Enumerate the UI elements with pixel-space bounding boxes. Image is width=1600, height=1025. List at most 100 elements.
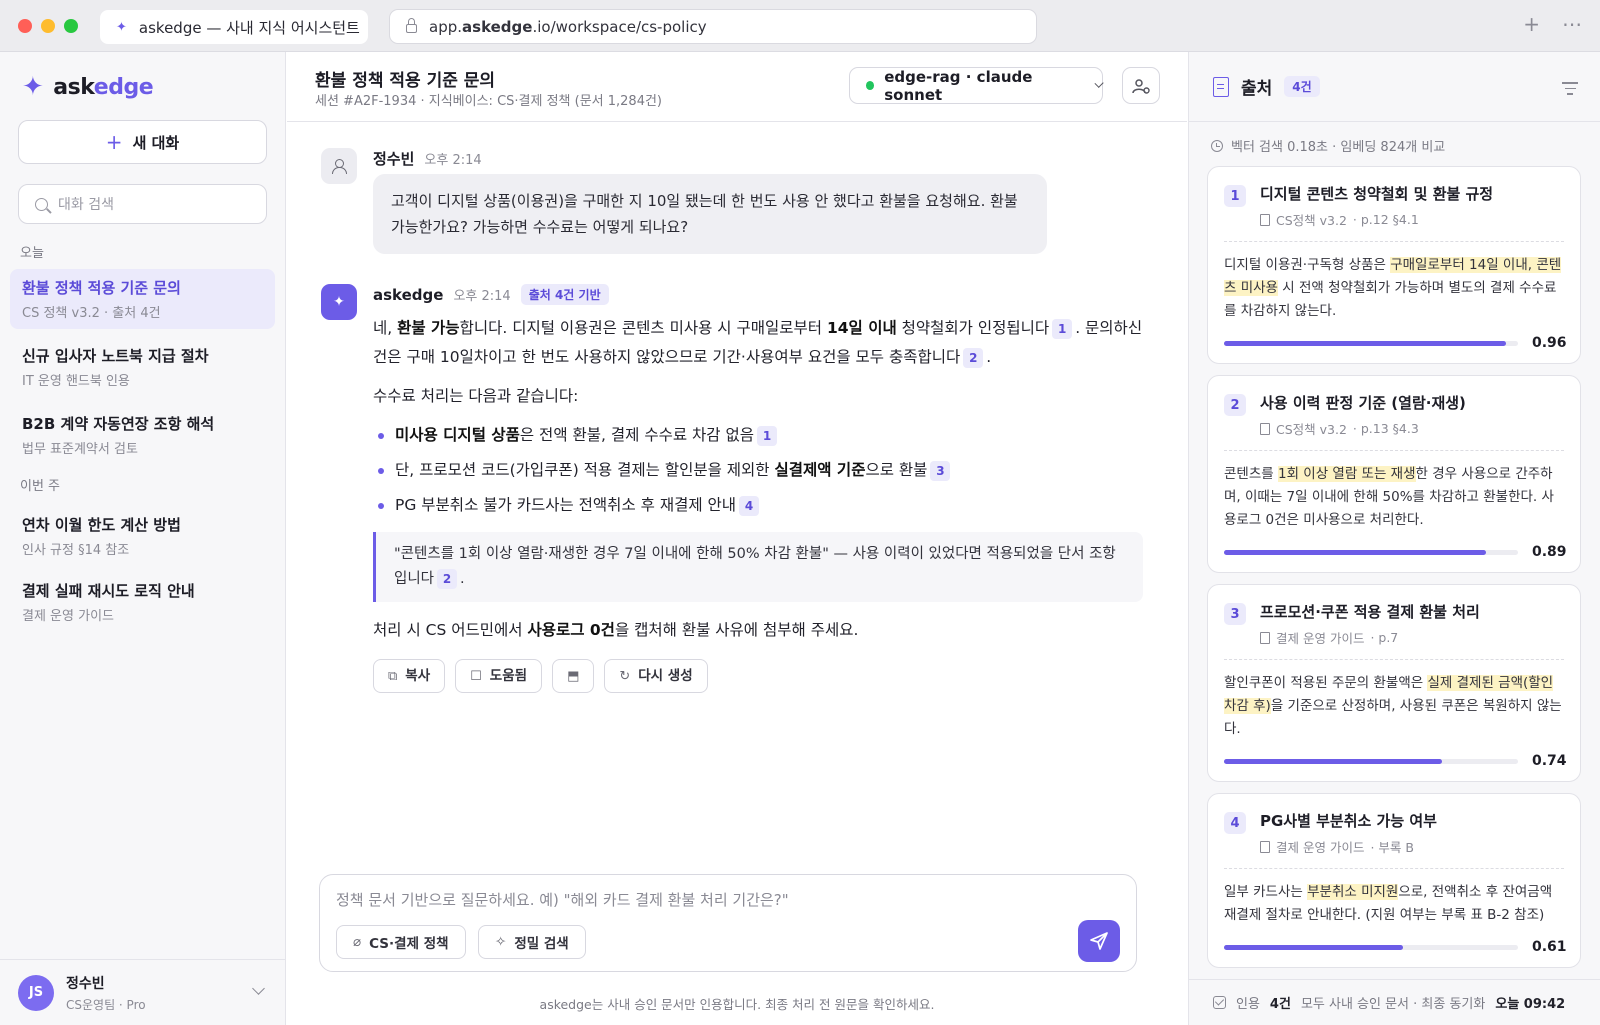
more-options-icon[interactable]: ⋯	[1562, 14, 1582, 34]
citation-marker[interactable]: 1	[757, 426, 778, 446]
user-role: CS운영팀 · Pro	[66, 997, 146, 1012]
model-label: edge-rag · claude sonnet	[884, 67, 1033, 104]
document-icon	[1260, 631, 1270, 644]
chat-main: 환불 정책 적용 기준 문의 세션 #A2F-1934 · 지식베이스: CS·…	[287, 52, 1187, 1025]
regenerate-button[interactable]: ↻ 다시 생성	[604, 659, 708, 693]
source-number: 3	[1224, 603, 1246, 625]
conversation-item[interactable]: 연차 이월 한도 계산 방법 인사 규정 §14 참조	[10, 506, 275, 566]
sparkle-icon: ✦	[116, 19, 127, 35]
knowledge-base-chip[interactable]: ⌀ CS·결제 정책	[336, 925, 466, 959]
source-excerpt: 할인쿠폰이 적용된 주문의 환불액은 실제 결제된 금액(할인 차감 후)을 기…	[1224, 675, 1562, 737]
source-card[interactable]: 3 프로모션·쿠폰 적용 결제 환불 처리 결제 운영 가이드 · p.7 할인쿠…	[1207, 584, 1581, 782]
citation-marker[interactable]: 3	[930, 461, 951, 481]
session-info: 세션 #A2F-1934 · 지식베이스: CS·결제 정책 (문서 1,284…	[315, 94, 663, 109]
user-message-bubble: 고객이 디지털 상품(이용권)을 구매한 지 10일 됐는데 한 번도 사용 안…	[373, 174, 1047, 254]
url-text: app.askedge.io/workspace/cs-policy	[429, 17, 707, 36]
citation-marker[interactable]: 1	[1052, 319, 1073, 339]
message-time: 오후 2:14	[424, 153, 482, 168]
relevance-score: 0.89	[1224, 544, 1567, 560]
sources-panel: 출처 4건 벡터 검색 0.18초 · 임베딩 824개 비교 1 디지털 콘텐…	[1188, 52, 1600, 1025]
message-time: 오후 2:14	[453, 289, 511, 304]
sparkle-icon: ✦	[333, 294, 345, 310]
source-excerpt: 콘텐츠를 1회 이상 열람 또는 재생한 경우 사용으로 간주하며, 이때는 7…	[1224, 466, 1554, 528]
list-item: 단, 프로모션 코드(가입쿠폰) 적용 결제는 할인분을 제외한 실결제액 기준…	[373, 456, 1143, 485]
copy-icon: ⧉	[388, 668, 398, 684]
brand-logo[interactable]: ✦ askedge	[22, 74, 285, 100]
composer-placeholder: 정책 문서 기반으로 질문하세요. 예) "해외 카드 결제 환불 처리 기간은…	[336, 891, 789, 909]
thumbs-down-button[interactable]: ⬒	[552, 659, 595, 693]
source-excerpt: 디지털 이용권·구독형 상품은 구매일로부터 14일 이내, 콘텐츠 미사용 시…	[1224, 257, 1562, 319]
precise-search-chip[interactable]: ✧ 정밀 검색	[478, 925, 586, 959]
model-selector[interactable]: edge-rag · claude sonnet	[849, 67, 1104, 104]
message-meta: askedge 오후 2:14 출처 4건 기반	[373, 284, 609, 305]
source-card[interactable]: 2 사용 이력 판정 기준 (열람·재생) CS정책 v3.2 · p.13 §4…	[1207, 375, 1581, 573]
relevance-score: 0.96	[1224, 335, 1567, 351]
conversation-title: 환불 정책 적용 기준 문의	[22, 279, 181, 297]
sparkle-icon: ✧	[495, 934, 507, 950]
list-item: 미사용 디지털 상품은 전액 환불, 결제 수수료 차감 없음 1	[373, 421, 1143, 450]
search-icon	[35, 197, 48, 211]
source-number: 2	[1224, 394, 1246, 416]
address-bar[interactable]: app.askedge.io/workspace/cs-policy	[389, 9, 1037, 44]
relevance-score: 0.74	[1224, 753, 1567, 769]
divider	[1224, 868, 1564, 869]
status-dot-icon	[866, 81, 875, 90]
plus-icon: +	[105, 130, 123, 154]
conversation-item-active[interactable]: 환불 정책 적용 기준 문의 CS 정책 v3.2 · 출처 4건	[10, 269, 275, 329]
conversation-title: 연차 이월 한도 계산 방법	[22, 516, 181, 534]
search-placeholder: 대화 검색	[58, 197, 114, 213]
document-icon	[1260, 213, 1270, 226]
source-location: CS정책 v3.2 · p.13 §4.3	[1260, 419, 1564, 438]
conversation-subtitle: IT 운영 핸드북 인용	[22, 374, 130, 389]
settings-button[interactable]	[1122, 67, 1160, 104]
copy-button[interactable]: ⧉ 복사	[373, 659, 446, 693]
sender-name: askedge	[373, 285, 444, 304]
chevron-down-icon	[1093, 78, 1104, 89]
chat-header: 환불 정책 적용 기준 문의 세션 #A2F-1934 · 지식베이스: CS·…	[287, 52, 1187, 122]
citation-marker[interactable]: 2	[437, 569, 458, 589]
conversation-item[interactable]: B2B 계약 자동연장 조항 해석 법무 표준계약서 검토	[10, 405, 275, 465]
citation-marker[interactable]: 4	[739, 496, 760, 516]
sources-title: 출처	[1241, 79, 1273, 99]
source-card[interactable]: 1 디지털 콘텐츠 청약철회 및 환불 규정 CS정책 v3.2 · p.12 §…	[1207, 166, 1581, 364]
document-icon	[1260, 840, 1270, 853]
conversation-subtitle: 인사 규정 §14 참조	[22, 543, 130, 558]
filter-icon[interactable]	[1562, 82, 1578, 99]
source-excerpt: 일부 카드사는 부분취소 미지원으로, 전액취소 후 잔여금액 재결제 절차로 …	[1224, 884, 1553, 923]
user-profile-menu[interactable]: JS 정수빈 CS운영팀 · Pro	[0, 959, 285, 1025]
browser-tab[interactable]: ✦ askedge — 사내 지식 어시스턴트	[100, 10, 368, 44]
conversation-item[interactable]: 결제 실패 재시도 로직 안내 결제 운영 가이드	[10, 572, 275, 632]
source-title: 디지털 콘텐츠 청약철회 및 환불 규정	[1260, 185, 1494, 203]
answer-paragraph: 수수료 처리는 다음과 같습니다:	[373, 387, 579, 405]
chevron-down-icon	[252, 982, 265, 995]
score-bar	[1224, 758, 1518, 764]
sources-count-badge: 4건	[1284, 76, 1320, 97]
source-location: CS정책 v3.2 · p.12 §4.1	[1260, 210, 1564, 229]
maximize-window-button[interactable]	[64, 18, 78, 33]
citation-marker[interactable]: 2	[963, 348, 984, 368]
divider	[1224, 450, 1564, 451]
window-controls	[18, 18, 78, 33]
assistant-avatar: ✦	[321, 284, 357, 320]
brand-name: askedge	[53, 74, 154, 100]
new-chat-label: 새 대화	[132, 133, 180, 152]
new-chat-button[interactable]: + 새 대화	[18, 120, 267, 164]
close-window-button[interactable]	[18, 18, 32, 33]
refresh-icon: ↻	[619, 668, 631, 684]
sources-footer: 인용 4건 모두 사내 승인 문서 · 최종 동기화 오늘 09:42	[1189, 979, 1600, 1025]
source-card[interactable]: 4 PG사별 부분취소 가능 여부 결제 운영 가이드 · 부록 B 일부 카드사…	[1207, 793, 1581, 968]
minimize-window-button[interactable]	[41, 18, 55, 33]
source-badge: 출처 4건 기반	[520, 284, 609, 305]
new-tab-icon[interactable]: +	[1523, 14, 1540, 34]
sender-name: 정수빈	[373, 150, 415, 168]
divider	[1224, 659, 1564, 660]
conversation-subtitle: 결제 운영 가이드	[22, 609, 114, 624]
helpful-button[interactable]: ☐ 도움됨	[455, 659, 543, 693]
conversation-search-input[interactable]: 대화 검색	[18, 184, 267, 224]
answer-paragraph: 네, 환불 가능합니다. 디지털 이용권은 콘텐츠 미사용 시 구매일로부터 1…	[373, 319, 1143, 368]
message-composer[interactable]: 정책 문서 기반으로 질문하세요. 예) "해외 카드 결제 환불 처리 기간은…	[319, 874, 1137, 972]
conversation-item[interactable]: 신규 입사자 노트북 지급 절차 IT 운영 핸드북 인용	[10, 337, 275, 397]
send-button[interactable]	[1078, 920, 1120, 962]
disclaimer-text: askedge는 사내 승인 문서만 인용합니다. 최종 처리 전 원문을 확인…	[539, 997, 935, 1012]
paperclip-icon: ⌀	[353, 934, 362, 950]
